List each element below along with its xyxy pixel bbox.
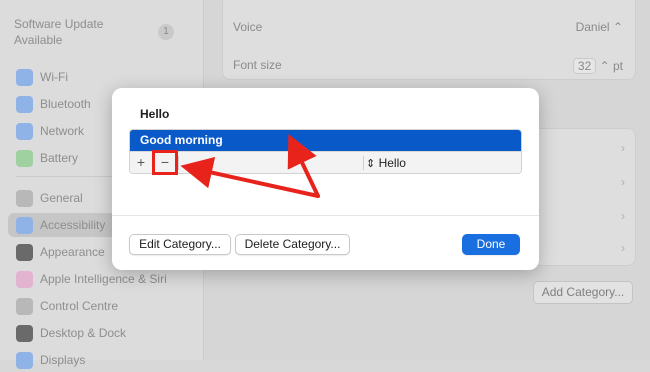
annotation-arrows <box>180 133 320 198</box>
arrow-to-remove-button <box>180 156 320 198</box>
arrow-to-selected-row <box>287 133 320 198</box>
